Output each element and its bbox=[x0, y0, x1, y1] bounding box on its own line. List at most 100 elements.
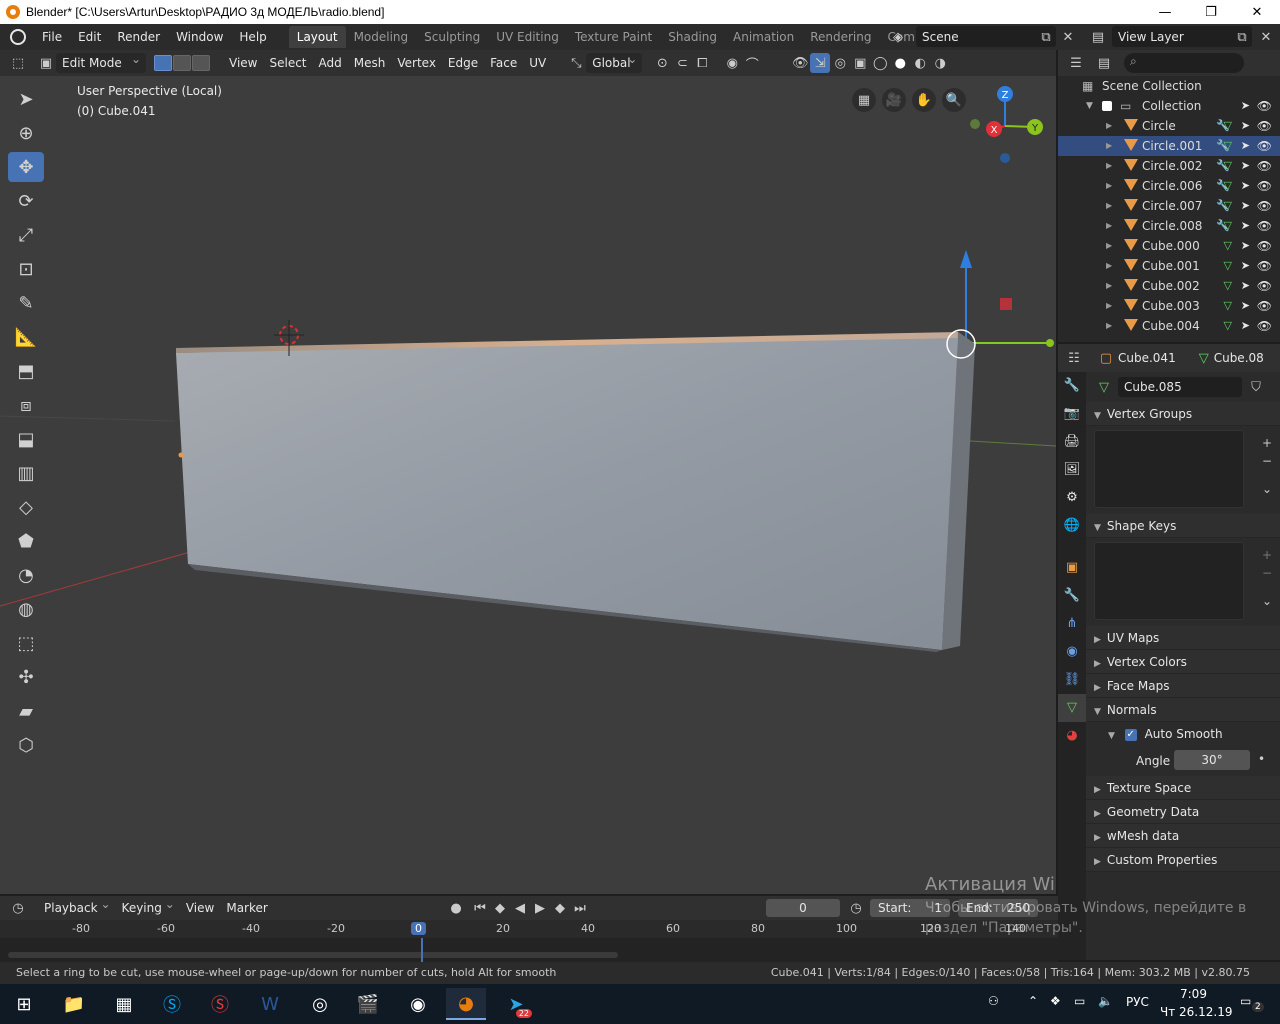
selectable-icon[interactable]: ➤ bbox=[1241, 216, 1250, 236]
constraints-tab-icon[interactable]: ⛓ bbox=[1058, 666, 1086, 694]
vertex-group-specials-icon[interactable]: ⌄ bbox=[1262, 482, 1272, 496]
transform-tool-icon[interactable]: ⊡ bbox=[8, 254, 44, 284]
remove-vertex-group-icon[interactable]: − bbox=[1262, 454, 1272, 468]
pan-view-icon[interactable]: ✋ bbox=[912, 88, 936, 112]
outliner-item[interactable]: ▶ Cube.002 ▽ ➤ 👁 bbox=[1058, 276, 1280, 296]
ortho-toggle-icon[interactable]: ▦ bbox=[852, 88, 876, 112]
menu-face[interactable]: Face bbox=[484, 53, 523, 73]
poly-build-tool-icon[interactable]: ⬟ bbox=[8, 526, 44, 556]
selectable-icon[interactable]: ➤ bbox=[1241, 256, 1250, 276]
visibility-eye-icon[interactable]: 👁 bbox=[1257, 116, 1272, 136]
keying-menu[interactable]: Keying bbox=[116, 894, 180, 918]
shrink-fatten-tool-icon[interactable]: ✣ bbox=[8, 662, 44, 692]
tab-animation[interactable]: Animation bbox=[725, 26, 802, 48]
shading-solid-icon[interactable]: ● bbox=[890, 53, 910, 73]
3d-viewport[interactable]: Z X Y User Perspective (Local) (0) Cube.… bbox=[0, 76, 1056, 894]
timeline-track[interactable] bbox=[0, 938, 1058, 962]
normals-panel-header[interactable]: ▼ Normals bbox=[1086, 698, 1280, 722]
notification-center-icon[interactable]: ▭ bbox=[1240, 994, 1251, 1008]
jump-start-icon[interactable]: ⏮ bbox=[470, 898, 490, 918]
menu-view[interactable]: View bbox=[223, 53, 263, 73]
visibility-eye-icon[interactable]: 👁 bbox=[1257, 236, 1272, 256]
spin-tool-icon[interactable]: ◔ bbox=[8, 560, 44, 590]
expand-triangle-icon[interactable]: ▶ bbox=[1106, 216, 1112, 236]
tool-tab-icon[interactable]: 🔧 bbox=[1058, 372, 1086, 400]
editor-type-icon[interactable]: ⬚ bbox=[8, 53, 28, 73]
clock-date[interactable]: Чт 26.12.19 bbox=[1160, 1005, 1232, 1019]
view-layer-tab-icon[interactable]: 🖼 bbox=[1058, 456, 1086, 484]
davinci-resolve-icon[interactable]: ◎ bbox=[300, 988, 340, 1020]
expand-triangle-icon[interactable]: ▶ bbox=[1106, 136, 1112, 156]
xray-icon[interactable]: ▣ bbox=[850, 53, 870, 73]
delete-scene-icon[interactable]: ✕ bbox=[1058, 27, 1078, 47]
jump-end-icon[interactable]: ⏭ bbox=[570, 898, 590, 918]
menu-window[interactable]: Window bbox=[168, 26, 231, 48]
selectable-icon[interactable]: ➤ bbox=[1241, 116, 1250, 136]
word-icon[interactable]: W bbox=[250, 988, 290, 1020]
texture-space-panel-header[interactable]: ▶ Texture Space bbox=[1086, 776, 1280, 800]
scale-tool-icon[interactable]: ⤢ bbox=[8, 220, 44, 250]
skype-icon[interactable]: Ⓢ bbox=[152, 988, 192, 1020]
new-view-layer-icon[interactable]: ⧉ bbox=[1232, 27, 1252, 47]
prev-keyframe-icon[interactable]: ◆ bbox=[490, 898, 510, 918]
measure-tool-icon[interactable]: 📐 bbox=[8, 322, 44, 352]
collapse-triangle-icon[interactable]: ▼ bbox=[1086, 96, 1093, 116]
angle-field[interactable]: 30° bbox=[1174, 750, 1250, 770]
edge-slide-tool-icon[interactable]: ⬚ bbox=[8, 628, 44, 658]
visibility-eye-icon[interactable]: 👁 bbox=[1257, 96, 1272, 116]
menu-vertex[interactable]: Vertex bbox=[391, 53, 442, 73]
shape-key-specials-icon[interactable]: ⌄ bbox=[1262, 594, 1272, 608]
tab-sculpting[interactable]: Sculpting bbox=[416, 26, 488, 48]
falloff-icon[interactable]: ⌒ bbox=[742, 53, 762, 73]
menu-file[interactable]: File bbox=[34, 26, 70, 48]
tab-modeling[interactable]: Modeling bbox=[346, 26, 417, 48]
vertex-select-mode-button[interactable] bbox=[154, 55, 172, 71]
substance-painter-icon[interactable]: Ⓢ bbox=[200, 988, 240, 1020]
scene-browse-icon[interactable]: ◈ bbox=[888, 27, 908, 47]
volume-icon[interactable]: 🔈 bbox=[1098, 994, 1113, 1008]
timeline-scrollbar[interactable] bbox=[8, 952, 618, 958]
record-button-icon[interactable]: ● bbox=[446, 898, 466, 918]
visibility-eye-icon[interactable]: 👁 bbox=[1257, 196, 1272, 216]
collection-row[interactable]: ▼ ▭ Collection ➤ 👁 bbox=[1058, 96, 1280, 116]
selectable-icon[interactable]: ➤ bbox=[1241, 96, 1250, 116]
mesh-browse-icon[interactable]: ▽ bbox=[1094, 377, 1114, 397]
play-reverse-icon[interactable]: ◀ bbox=[510, 898, 530, 918]
outliner-item[interactable]: ▶ Circle.002 🔧 ▽ ➤ 👁 bbox=[1058, 156, 1280, 176]
selectable-icon[interactable]: ➤ bbox=[1241, 296, 1250, 316]
language-indicator[interactable]: РУС bbox=[1126, 995, 1149, 1009]
properties-type-icon[interactable]: ☷ bbox=[1064, 348, 1084, 368]
tab-rendering[interactable]: Rendering bbox=[802, 26, 879, 48]
move-tool-icon[interactable]: ✥ bbox=[8, 152, 44, 182]
selectable-icon[interactable]: ➤ bbox=[1241, 196, 1250, 216]
tab-uv-editing[interactable]: UV Editing bbox=[488, 26, 567, 48]
menu-mesh[interactable]: Mesh bbox=[348, 53, 392, 73]
chrome-icon[interactable]: ◉ bbox=[398, 988, 438, 1020]
collection-checkbox[interactable] bbox=[1102, 101, 1112, 111]
minimize-button[interactable]: — bbox=[1142, 0, 1188, 24]
cursor-tool-icon[interactable]: ⊕ bbox=[8, 118, 44, 148]
tray-expand-icon[interactable]: ⌃ bbox=[1028, 994, 1038, 1008]
display-mode-icon[interactable]: ▤ bbox=[1094, 53, 1114, 73]
expand-triangle-icon[interactable]: ▶ bbox=[1106, 176, 1112, 196]
vertex-groups-list[interactable] bbox=[1094, 430, 1244, 508]
extrude-tool-icon[interactable]: ⬒ bbox=[8, 356, 44, 386]
preview-range-icon[interactable]: ◷ bbox=[846, 898, 866, 918]
expand-triangle-icon[interactable]: ▶ bbox=[1106, 316, 1112, 336]
close-button[interactable]: ✕ bbox=[1234, 0, 1280, 24]
annotate-tool-icon[interactable]: ✎ bbox=[8, 288, 44, 318]
rotate-tool-icon[interactable]: ⟳ bbox=[8, 186, 44, 216]
selectable-icon[interactable]: ➤ bbox=[1241, 316, 1250, 336]
zoom-view-icon[interactable]: 🔍 bbox=[942, 88, 966, 112]
snap-target-icon[interactable]: ⧠ bbox=[692, 53, 712, 73]
outliner-item[interactable]: ▶ Circle 🔧 ▽ ➤ 👁 bbox=[1058, 116, 1280, 136]
expand-triangle-icon[interactable]: ▶ bbox=[1106, 236, 1112, 256]
outliner-search-input[interactable]: ⌕ bbox=[1124, 53, 1244, 73]
people-icon[interactable]: ⚇ bbox=[988, 994, 999, 1008]
visibility-eye-icon[interactable]: 👁 bbox=[1257, 316, 1272, 336]
next-keyframe-icon[interactable]: ◆ bbox=[550, 898, 570, 918]
shape-keys-list[interactable] bbox=[1094, 542, 1244, 620]
vertex-groups-panel-header[interactable]: ▼ Vertex Groups bbox=[1086, 402, 1280, 426]
outliner-item[interactable]: ▶ Circle.008 🔧 ▽ ➤ 👁 bbox=[1058, 216, 1280, 236]
add-shape-key-icon[interactable]: + bbox=[1262, 548, 1272, 562]
